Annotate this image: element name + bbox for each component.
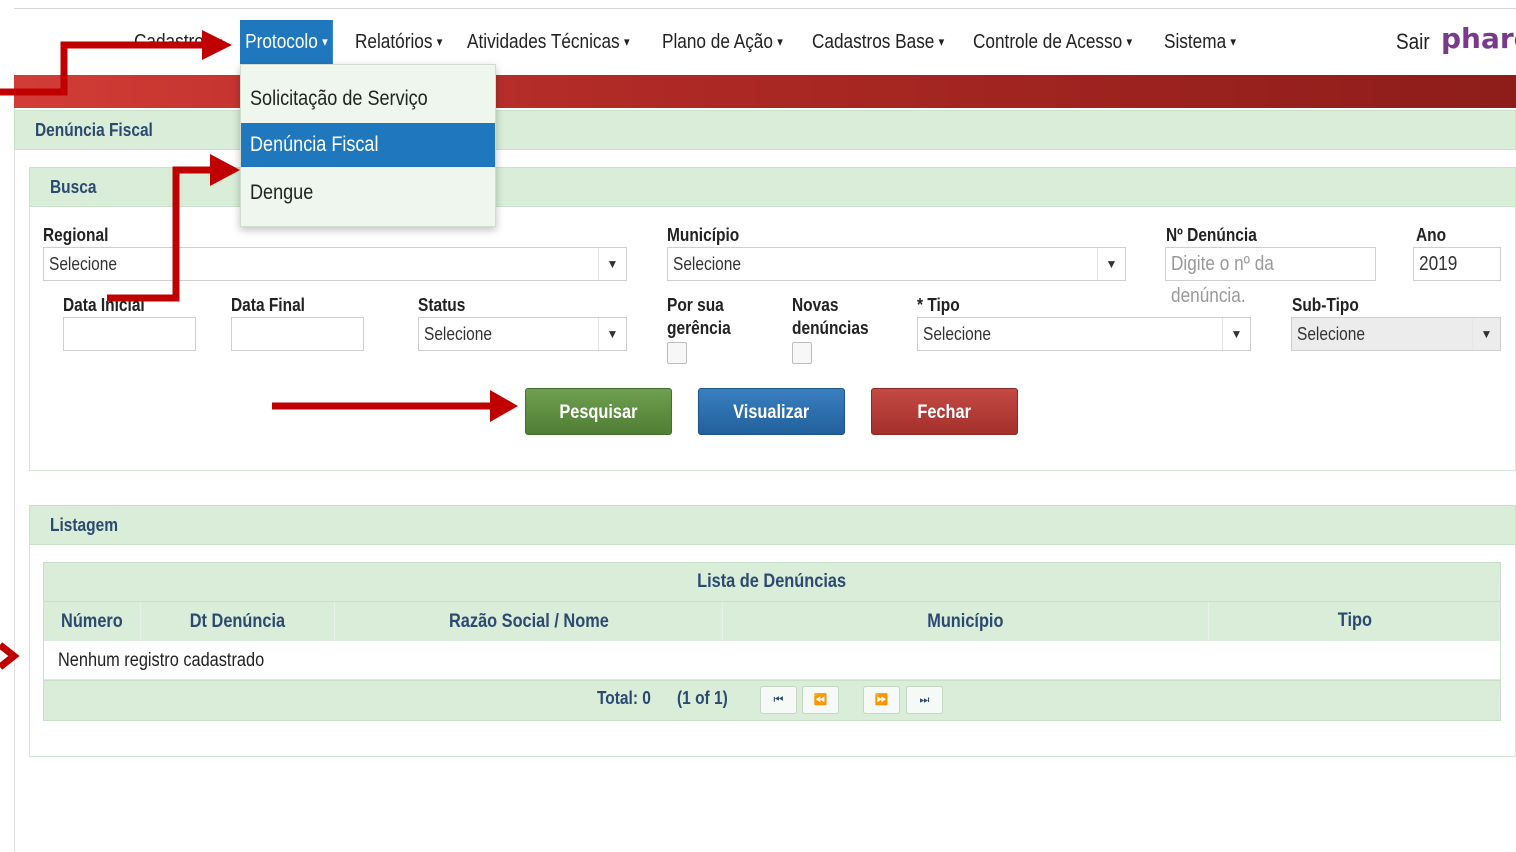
- menu-relatorios[interactable]: Relatórios ▾: [355, 20, 442, 64]
- protocolo-dropdown: Solicitação de Serviço Denúncia Fiscal D…: [240, 64, 496, 227]
- last-page-icon[interactable]: ⏭: [906, 686, 943, 714]
- menu-controle-de-acesso[interactable]: Controle de Acesso ▾: [973, 20, 1132, 64]
- por-sua-gerencia-checkbox[interactable]: [667, 342, 687, 364]
- total-count: Total: 0: [597, 688, 651, 708]
- numero-denuncia-input[interactable]: Digite o nº da denúncia.: [1165, 247, 1376, 307]
- chevron-down-icon: ▾: [938, 34, 945, 49]
- listagem-panel-header: Listagem: [29, 505, 1516, 545]
- dropdown-item-dengue[interactable]: Dengue: [241, 170, 495, 216]
- menu-cadastros-base[interactable]: Cadastros Base ▾: [812, 20, 944, 64]
- column-header-numero[interactable]: Número: [44, 602, 141, 641]
- dropdown-item-denuncia-fiscal[interactable]: Denúncia Fiscal: [241, 123, 495, 167]
- chevron-down-icon: ▾: [1126, 34, 1133, 49]
- previous-page-icon[interactable]: ⏪: [802, 686, 839, 714]
- visualizar-button[interactable]: Visualizar: [698, 388, 845, 435]
- por-sua-gerencia-label-2: gerência: [667, 318, 731, 338]
- status-select[interactable]: Selecione ▼: [418, 317, 627, 351]
- menu-sistema[interactable]: Sistema ▾: [1164, 20, 1236, 64]
- regional-select[interactable]: Selecione ▼: [43, 247, 627, 281]
- tipo-select[interactable]: Selecione ▼: [917, 317, 1251, 351]
- chevron-down-icon: ▾: [1230, 34, 1237, 49]
- page-info: (1 of 1): [677, 688, 728, 708]
- sub-tipo-label: Sub-Tipo: [1292, 295, 1359, 315]
- logout-link[interactable]: Sair: [1396, 20, 1430, 64]
- municipio-label: Município: [667, 225, 740, 245]
- chevron-down-icon: ▾: [777, 34, 783, 49]
- novas-denuncias-label-2: denúncias: [792, 318, 869, 338]
- chevron-down-icon: ▾: [436, 34, 443, 49]
- pesquisar-button[interactable]: Pesquisar: [525, 388, 672, 435]
- chevron-down-icon: ▾: [216, 34, 223, 49]
- chevron-down-icon: ▾: [623, 34, 630, 49]
- data-inicial-input[interactable]: [63, 317, 196, 351]
- chevron-down-icon: ▾: [322, 34, 328, 49]
- column-header-municipio[interactable]: Município: [723, 602, 1209, 641]
- ano-input[interactable]: 2019: [1413, 247, 1501, 281]
- tipo-label: * Tipo: [917, 295, 960, 315]
- sub-tipo-select[interactable]: Selecione ▼: [1291, 317, 1501, 351]
- data-final-input[interactable]: [231, 317, 364, 351]
- chevron-down-icon: ▼: [1222, 318, 1250, 350]
- municipio-select[interactable]: Selecione ▼: [667, 247, 1126, 281]
- menu-protocolo[interactable]: Protocolo ▾: [240, 20, 333, 64]
- numero-denuncia-label: Nº Denúncia: [1166, 225, 1257, 245]
- fechar-button[interactable]: Fechar: [871, 388, 1018, 435]
- novas-denuncias-label-1: Novas: [792, 295, 839, 315]
- left-border: [14, 108, 15, 852]
- first-page-icon[interactable]: ⏮: [760, 686, 797, 714]
- column-header-razao-social[interactable]: Razão Social / Nome: [335, 602, 723, 641]
- menu-plano-de-acao[interactable]: Plano de Ação ▾: [662, 20, 783, 64]
- novas-denuncias-checkbox[interactable]: [792, 342, 812, 364]
- chevron-down-icon: ▼: [598, 248, 626, 280]
- menu-cadastros[interactable]: Cadastros ▾: [134, 20, 222, 64]
- ano-label: Ano: [1416, 225, 1447, 245]
- data-final-label: Data Final: [231, 295, 305, 315]
- menu-atividades-tecnicas[interactable]: Atividades Técnicas ▾: [467, 20, 630, 64]
- por-sua-gerencia-label-1: Por sua: [667, 295, 724, 315]
- arrow-to-empty-row: [0, 642, 20, 670]
- table-title: Lista de Denúncias: [43, 562, 1501, 602]
- status-label: Status: [418, 295, 466, 315]
- chevron-down-icon: ▼: [1097, 248, 1125, 280]
- regional-label: Regional: [43, 225, 109, 245]
- empty-table-row: Nenhum registro cadastrado: [43, 641, 1501, 680]
- dropdown-item-solicitacao-servico[interactable]: Solicitação de Serviço: [241, 76, 495, 122]
- pharos-logo: pharos: [1441, 22, 1516, 55]
- data-inicial-label: Data Inicial: [63, 295, 145, 315]
- column-header-tipo[interactable]: Tipo: [1209, 602, 1500, 641]
- chevron-down-icon: ▼: [598, 318, 626, 350]
- next-page-icon[interactable]: ⏩: [863, 686, 900, 714]
- column-header-dt-denuncia[interactable]: Dt Denúncia: [141, 602, 335, 641]
- chevron-down-icon: ▼: [1472, 318, 1500, 350]
